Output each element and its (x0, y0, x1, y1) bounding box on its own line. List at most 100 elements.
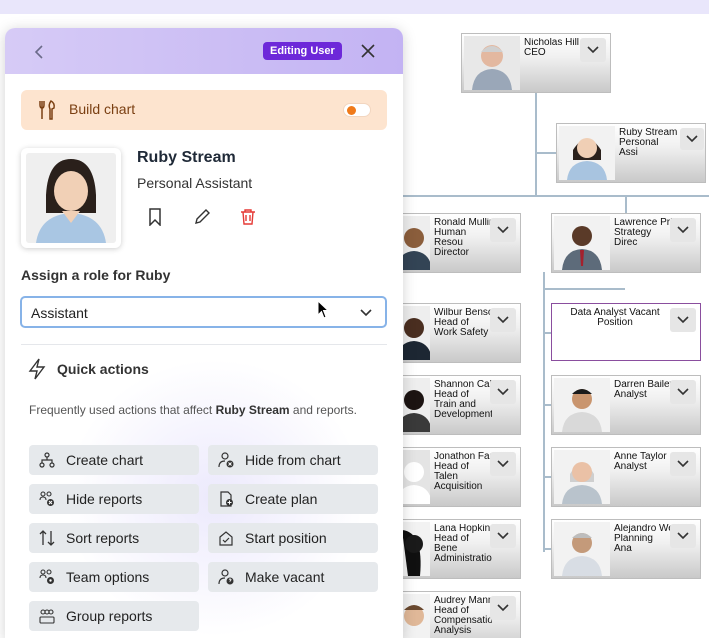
org-card[interactable]: Darren Bailey Analyst (551, 375, 701, 435)
connector-line (625, 195, 627, 213)
build-chart-bar[interactable]: Build chart (21, 90, 387, 130)
avatar (554, 216, 610, 270)
chevron-down-icon[interactable] (670, 308, 696, 332)
user-name: Ruby Stream (137, 149, 236, 166)
org-card[interactable]: Anne Taylor Analyst (551, 447, 701, 507)
user-title: Personal Assistant (137, 175, 253, 191)
card-title: Planning Ana (614, 534, 653, 554)
desc-suffix: and reports. (289, 403, 357, 417)
chevron-down-icon[interactable] (670, 380, 696, 404)
card-title: Analyst (614, 390, 647, 400)
chevron-down-icon[interactable] (670, 524, 696, 548)
chevron-down-icon[interactable] (670, 218, 696, 242)
action-label: Create plan (245, 491, 318, 507)
avatar-photo (26, 153, 116, 243)
avatar (554, 378, 610, 432)
divider (21, 344, 387, 345)
role-select-value: Assistant (31, 305, 88, 321)
back-button[interactable] (27, 40, 51, 64)
action-label: Group reports (66, 608, 153, 624)
team-options-icon (39, 569, 54, 584)
mouse-cursor-icon (317, 300, 330, 319)
card-name: Ruby Stream (619, 128, 677, 138)
card-name: Ronald Mullin (434, 218, 492, 228)
vacant-position-card[interactable]: Data Analyst Vacant Position (551, 303, 701, 361)
create-chart-button[interactable]: Create chart (29, 445, 199, 475)
quick-actions-description: Frequently used actions that affect Ruby… (29, 401, 359, 419)
quick-actions-title: Quick actions (57, 361, 149, 377)
chevron-down-icon[interactable] (680, 128, 704, 150)
card-name: Anne Taylor (614, 452, 667, 462)
action-label: Start position (245, 530, 327, 546)
bookmark-button[interactable] (143, 205, 167, 229)
sort-reports-button[interactable]: Sort reports (29, 523, 199, 553)
card-title: Head of Compensation Analysis (434, 606, 492, 636)
group-reports-button[interactable]: Group reports (29, 601, 199, 631)
chevron-down-icon[interactable] (580, 38, 606, 62)
org-card[interactable]: Alejandro We Planning Ana (551, 519, 701, 579)
card-title: Strategy Direc (614, 228, 652, 248)
team-options-button[interactable]: Team options (29, 562, 199, 592)
org-card[interactable]: Nicholas Hill CEO (461, 33, 611, 93)
edit-user-panel: Editing User Build chart Ruby Stream Per… (5, 28, 403, 638)
card-title: Personal Assi (619, 138, 659, 158)
edit-button[interactable] (190, 205, 214, 229)
close-button[interactable] (356, 39, 380, 63)
hide-from-chart-button[interactable]: Hide from chart (208, 445, 378, 475)
avatar (559, 126, 615, 180)
card-title: Head of Talen Acquisition (434, 462, 483, 492)
card-title: CEO (524, 48, 546, 58)
avatar (554, 450, 610, 504)
connector-line (543, 272, 545, 552)
avatar (464, 36, 520, 90)
org-card[interactable]: Lawrence Pric Strategy Direc (551, 213, 701, 273)
card-name: Shannon Calc (434, 380, 492, 390)
connector-line (400, 195, 709, 197)
action-label: Hide reports (66, 491, 143, 507)
card-name: Nicholas Hill (524, 38, 580, 48)
card-title: Head of Work Safety (434, 318, 489, 338)
card-title: Head of Train and Development (434, 390, 492, 420)
card-name: Lana Hopkins (434, 524, 492, 534)
create-plan-button[interactable]: Create plan (208, 484, 378, 514)
panel-header: Editing User (5, 28, 403, 74)
build-chart-toggle[interactable] (343, 103, 371, 117)
chevron-down-icon[interactable] (490, 218, 516, 242)
group-hide-icon (39, 491, 54, 506)
role-select[interactable]: Assistant (20, 296, 387, 328)
chevron-down-icon[interactable] (490, 596, 516, 620)
chevron-down-icon[interactable] (490, 308, 516, 332)
toggle-knob (347, 106, 356, 115)
action-label: Hide from chart (245, 452, 341, 468)
card-name: Alejandro We (614, 524, 672, 534)
action-label: Sort reports (66, 530, 140, 546)
hide-reports-button[interactable]: Hide reports (29, 484, 199, 514)
desc-user-name: Ruby Stream (215, 403, 290, 417)
make-vacant-button[interactable]: Make vacant (208, 562, 378, 592)
action-label: Team options (66, 569, 150, 585)
connector-line (543, 288, 625, 290)
pencil-icon (195, 209, 210, 224)
user-hide-icon (218, 452, 234, 468)
card-name: Darren Bailey (614, 380, 672, 390)
delete-button[interactable] (236, 205, 260, 229)
chevron-down-icon[interactable] (490, 524, 516, 548)
start-position-button[interactable]: Start position (208, 523, 378, 553)
card-title: Head of Bene Administration (434, 534, 492, 564)
card-name: Lawrence Pric (614, 218, 672, 228)
desc-prefix: Frequently used actions that affect (29, 403, 216, 417)
card-name: Jonathon Far (434, 452, 492, 462)
connector-line (535, 92, 537, 196)
action-label: Make vacant (245, 569, 325, 585)
chevron-down-icon[interactable] (670, 452, 696, 476)
chevron-down-icon[interactable] (490, 452, 516, 476)
org-card[interactable]: Ruby Stream Personal Assi (556, 123, 706, 183)
start-position-icon (219, 531, 233, 546)
trash-icon (241, 209, 255, 225)
chevron-down-icon[interactable] (490, 380, 516, 404)
sort-icon (39, 530, 55, 546)
make-vacant-icon (218, 569, 234, 585)
card-name: Wilbur Benso (434, 308, 492, 318)
role-label: Assign a role for Ruby (21, 267, 171, 283)
bookmark-icon (149, 208, 161, 226)
